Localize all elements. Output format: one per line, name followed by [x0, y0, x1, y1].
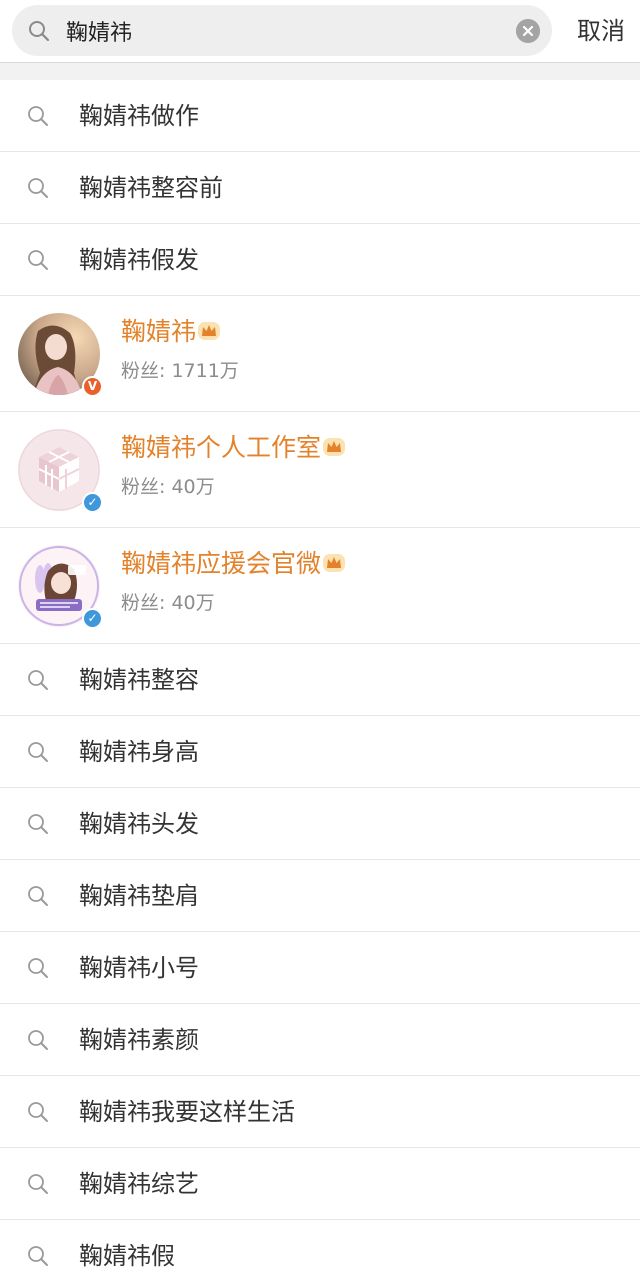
suggestion-label: 鞠婧祎整容前 — [79, 174, 223, 202]
suggestion-label: 鞠婧祎我要这样生活 — [79, 1098, 295, 1126]
search-icon — [28, 250, 48, 270]
user-result[interactable]: ✓ 鞠婧祎个人工作室 粉丝: 40万 — [0, 412, 640, 528]
suggestion-label: 鞠婧祎综艺 — [79, 1170, 199, 1198]
fans-count: 粉丝: 40万 — [121, 476, 215, 498]
suggestion-item[interactable]: 鞠婧祎身高 — [0, 716, 640, 788]
suggestion-item[interactable]: 鞠婧祎整容 — [0, 644, 640, 716]
search-icon — [28, 1246, 48, 1266]
crown-icon — [323, 438, 346, 456]
user-name: 鞠婧祎个人工作室 — [121, 432, 346, 464]
suggestion-label: 鞠婧祎假 — [79, 1242, 175, 1270]
verified-badge: V — [82, 376, 103, 397]
suggestion-item[interactable]: 鞠婧祎素颜 — [0, 1004, 640, 1076]
suggestion-label: 鞠婧祎假发 — [79, 246, 199, 274]
suggestion-item[interactable]: 鞠婧祎垫肩 — [0, 860, 640, 932]
fans-count: 粉丝: 40万 — [121, 592, 215, 614]
suggestion-item[interactable]: 鞠婧祎假 — [0, 1220, 640, 1281]
user-name-text: 鞠婧祎应援会官微 — [121, 549, 322, 578]
fans-count: 粉丝: 1711万 — [121, 360, 239, 382]
search-header: 取消 — [0, 0, 640, 62]
search-icon — [28, 958, 48, 978]
search-icon — [28, 1174, 48, 1194]
suggestion-item[interactable]: 鞠婧祎做作 — [0, 80, 640, 152]
suggestion-label: 鞠婧祎身高 — [79, 738, 199, 766]
user-name-text: 鞠婧祎个人工作室 — [121, 433, 322, 462]
search-icon — [28, 742, 48, 762]
cancel-button[interactable]: 取消 — [562, 0, 640, 62]
search-bar[interactable] — [12, 5, 552, 56]
search-input[interactable] — [66, 5, 506, 56]
search-icon — [28, 106, 48, 126]
user-result[interactable]: V 鞠婧祎 粉丝: 1711万 — [0, 296, 640, 412]
user-name: 鞠婧祎应援会官微 — [121, 548, 346, 580]
user-name-text: 鞠婧祎 — [121, 317, 197, 346]
search-icon — [28, 814, 48, 834]
crown-icon — [323, 554, 346, 572]
user-name: 鞠婧祎 — [121, 316, 221, 348]
verified-badge: ✓ — [82, 492, 103, 513]
suggestion-item[interactable]: 鞠婧祎整容前 — [0, 152, 640, 224]
search-icon — [28, 178, 48, 198]
suggestion-label: 鞠婧祎垫肩 — [79, 882, 199, 910]
search-icon — [29, 21, 50, 42]
suggestion-label: 鞠婧祎做作 — [79, 102, 199, 130]
header-divider — [0, 62, 640, 80]
user-result[interactable]: ✓ 鞠婧祎应援会官微 粉丝: 40万 — [0, 528, 640, 644]
suggestion-label: 鞠婧祎素颜 — [79, 1026, 199, 1054]
search-icon — [28, 886, 48, 906]
suggestion-label: 鞠婧祎小号 — [79, 954, 199, 982]
clear-icon[interactable] — [516, 19, 540, 43]
suggestion-item[interactable]: 鞠婧祎综艺 — [0, 1148, 640, 1220]
suggestion-label: 鞠婧祎整容 — [79, 666, 199, 694]
crown-icon — [198, 322, 221, 340]
suggestion-item[interactable]: 鞠婧祎小号 — [0, 932, 640, 1004]
search-icon — [28, 1030, 48, 1050]
search-icon — [28, 1102, 48, 1122]
suggestion-item[interactable]: 鞠婧祎我要这样生活 — [0, 1076, 640, 1148]
search-icon — [28, 670, 48, 690]
suggestion-label: 鞠婧祎头发 — [79, 810, 199, 838]
verified-badge: ✓ — [82, 608, 103, 629]
search-results-list: 鞠婧祎做作 鞠婧祎整容前 鞠婧祎假发 V 鞠婧祎 粉丝: 1711万 ✓ 鞠婧祎… — [0, 80, 640, 1281]
suggestion-item[interactable]: 鞠婧祎假发 — [0, 224, 640, 296]
suggestion-item[interactable]: 鞠婧祎头发 — [0, 788, 640, 860]
